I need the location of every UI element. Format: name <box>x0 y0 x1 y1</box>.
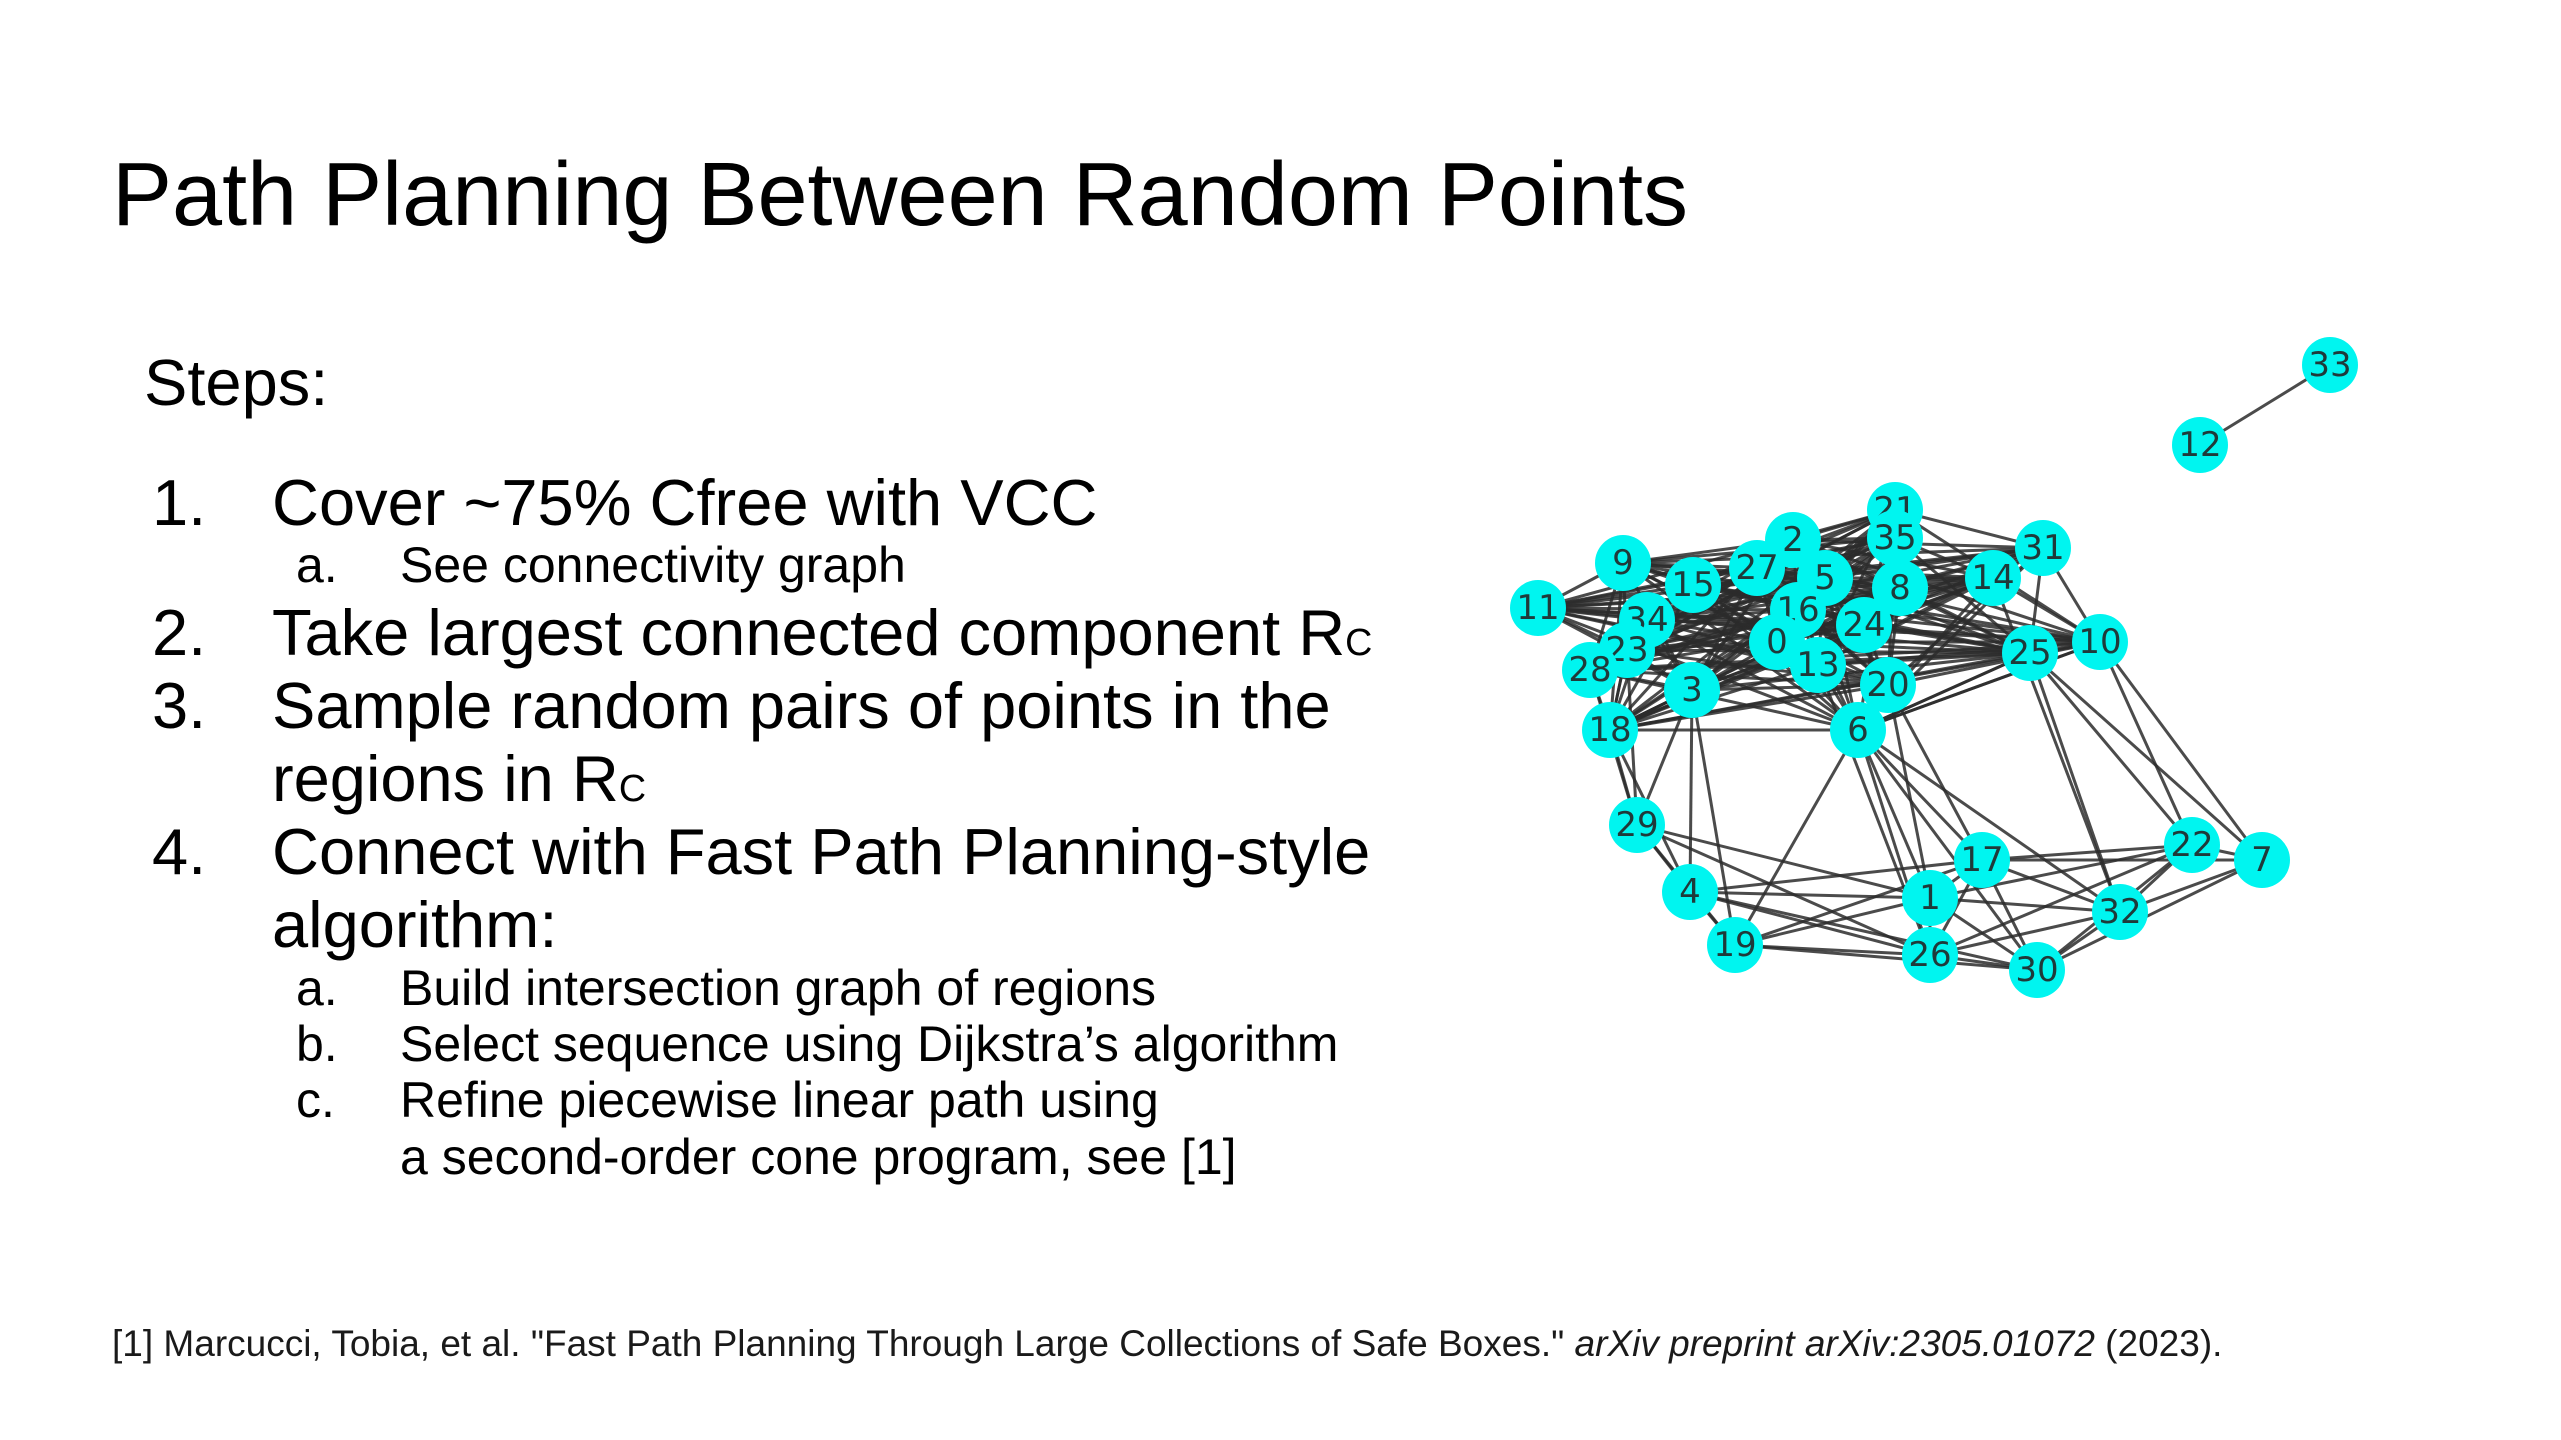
graph-node: 14 <box>1965 550 2021 606</box>
graph-edge <box>1688 689 1694 893</box>
graph-node-label: 17 <box>1960 840 2003 880</box>
graph-node: 19 <box>1707 917 1763 973</box>
step-text: regions in RC <box>272 746 646 811</box>
graph-node: 25 <box>2002 625 2058 681</box>
graph-node-label: 14 <box>1971 558 2014 598</box>
step-number: 4. <box>152 815 207 888</box>
graph-node: 32 <box>2092 884 2148 940</box>
graph-node: 6 <box>1830 702 1886 758</box>
graph-node-label: 10 <box>2078 622 2121 662</box>
graph-node-label: 9 <box>1612 543 1634 583</box>
substep-text: See connectivity graph <box>400 537 906 593</box>
graph-node-label: 27 <box>1735 548 1778 588</box>
graph-node: 10 <box>2072 614 2128 670</box>
substep-text: Select sequence using Dijkstra’s algorit… <box>400 1016 1339 1072</box>
graph-node: 9 <box>1595 535 1651 591</box>
graph-node: 7 <box>2234 832 2290 888</box>
substep-letter: a. <box>296 960 338 1016</box>
substep-text: a second-order cone program, see [1] <box>400 1129 1237 1185</box>
graph-node: 11 <box>1510 580 1566 636</box>
graph-node: 31 <box>2015 520 2071 576</box>
subscript-c: C <box>1345 621 1373 663</box>
graph-node-label: 1 <box>1919 878 1941 918</box>
reference-journal: arXiv preprint arXiv:2305.01072 <box>1574 1323 2095 1364</box>
substep-letter: c. <box>296 1072 335 1128</box>
graph-node-label: 25 <box>2008 633 2051 673</box>
graph-node: 30 <box>2009 942 2065 998</box>
graph-node-label: 3 <box>1681 670 1703 710</box>
graph-node-label: 8 <box>1889 568 1911 608</box>
substep-text: Refine piecewise linear path using <box>400 1072 1159 1128</box>
graph-node: 1 <box>1902 870 1958 926</box>
graph-node: 24 <box>1836 597 1892 653</box>
graph-edge <box>2098 641 2194 846</box>
graph-edge <box>1733 729 1860 946</box>
graph-node-label: 12 <box>2178 425 2221 465</box>
graph-node: 4 <box>1662 864 1718 920</box>
graph-node: 18 <box>1582 702 1638 758</box>
graph-node-label: 19 <box>1713 925 1756 965</box>
graph-node-label: 28 <box>1568 650 1611 690</box>
step-text: Sample random pairs of points in the <box>272 669 1331 742</box>
graph-node: 33 <box>2302 337 2358 393</box>
reference-suffix: (2023). <box>2094 1323 2223 1364</box>
graph-node-label: 11 <box>1516 588 1559 628</box>
step-number: 3. <box>152 669 207 742</box>
graph-node: 29 <box>1609 797 1665 853</box>
substep-text: Build intersection graph of regions <box>400 960 1157 1016</box>
graph-nodes: 3312213523192751514811163424010252328132… <box>1510 337 2358 998</box>
substep-letter: a. <box>296 537 338 593</box>
step-text-main: regions in R <box>272 742 619 815</box>
steps-heading: Steps: <box>144 346 329 419</box>
step-text: Cover ~75% Cfree with VCC <box>272 466 1098 539</box>
slide-title: Path Planning Between Random Points <box>112 145 1689 245</box>
step-text: Take largest connected component RC <box>272 600 1372 665</box>
graph-node-label: 20 <box>1866 665 1909 705</box>
step-text-main: Take largest connected component R <box>272 596 1346 669</box>
graph-node: 27 <box>1729 540 1785 596</box>
graph-node: 3 <box>1664 662 1720 718</box>
graph-node-label: 24 <box>1842 605 1885 645</box>
graph-node: 28 <box>1562 642 1618 698</box>
graph-node-label: 31 <box>2021 528 2064 568</box>
graph-node-label: 6 <box>1847 710 1869 750</box>
step-text: Connect with Fast Path Planning-style <box>272 815 1371 888</box>
graph-node-label: 13 <box>1796 645 1839 685</box>
graph-node: 26 <box>1902 927 1958 983</box>
graph-node-label: 30 <box>2015 950 2058 990</box>
reference-citation: [1] Marcucci, Tobia, et al. "Fast Path P… <box>112 1325 2222 1362</box>
step-number: 1. <box>152 466 207 539</box>
graph-node-label: 7 <box>2251 840 2273 880</box>
graph-node-label: 15 <box>1671 565 1714 605</box>
graph-node-label: 4 <box>1679 872 1701 912</box>
substep-letter: b. <box>296 1016 338 1072</box>
connectivity-graph: 3312213523192751514811163424010252328132… <box>1510 337 2358 998</box>
graph-node: 35 <box>1867 510 1923 566</box>
reference-prefix: [1] Marcucci, Tobia, et al. "Fast Path P… <box>112 1323 1575 1364</box>
subscript-c: C <box>618 767 647 809</box>
graph-node-label: 18 <box>1588 710 1631 750</box>
graph-node-label: 2 <box>1782 520 1804 560</box>
graph-edge <box>1734 943 2038 972</box>
step-number: 2. <box>152 596 207 669</box>
graph-node-label: 32 <box>2098 892 2141 932</box>
graph-node-label: 35 <box>1873 518 1916 558</box>
graph-node: 15 <box>1665 557 1721 613</box>
graph-node: 17 <box>1954 832 2010 888</box>
graph-node-label: 26 <box>1908 935 1951 975</box>
graph-node: 13 <box>1790 637 1846 693</box>
graph-edge <box>2028 652 2194 846</box>
step-text: algorithm: <box>272 888 558 961</box>
graph-node-label: 22 <box>2170 825 2213 865</box>
graph-node: 12 <box>2172 417 2228 473</box>
graph-node-label: 29 <box>1615 805 1658 845</box>
graph-node-label: 0 <box>1766 622 1788 662</box>
graph-node-label: 33 <box>2308 345 2351 385</box>
graph-node: 22 <box>2164 817 2220 873</box>
